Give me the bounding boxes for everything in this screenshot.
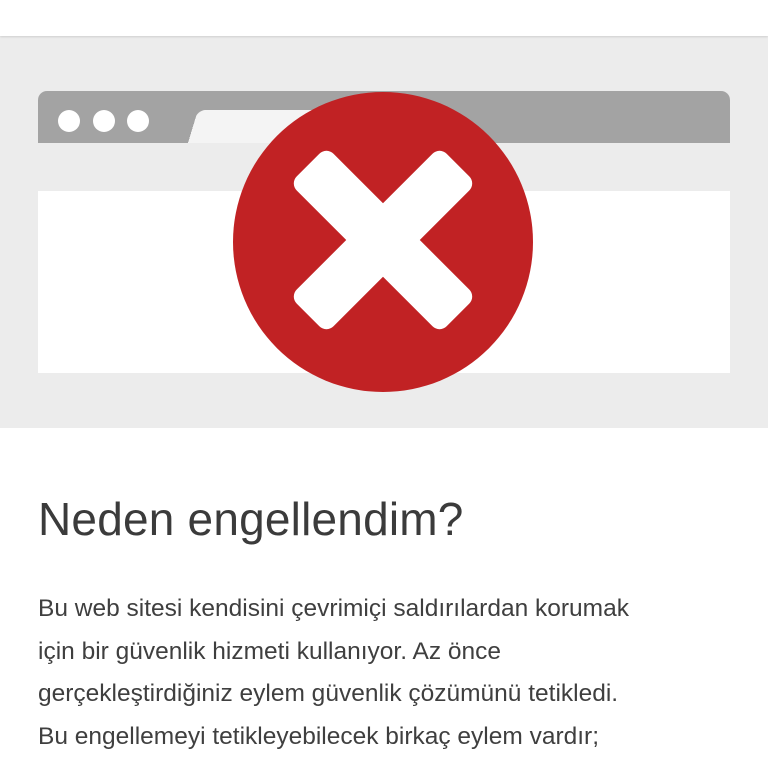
paragraph-line: Bu engellemeyi tetikleyebilecek birkaç e…	[38, 722, 600, 750]
window-dot-icon	[58, 110, 80, 132]
top-bar	[0, 0, 768, 36]
hero-illustration	[0, 36, 768, 428]
paragraph-line: için bir güvenlik hizmeti kullanıyor. Az…	[38, 637, 501, 665]
page-title: Neden engellendim?	[38, 493, 464, 545]
explanation-paragraph: Bu web sitesi kendisini çevrimiçi saldır…	[38, 588, 738, 758]
block-x-icon	[233, 92, 533, 392]
blocked-page: Neden engellendim? Bu web sitesi kendisi…	[0, 0, 768, 768]
window-dot-icon	[127, 110, 149, 132]
paragraph-line: Bu web sitesi kendisini çevrimiçi saldır…	[38, 595, 629, 622]
paragraph-line: gerçekleştirdiğiniz eylem güvenlik çözüm…	[38, 680, 619, 707]
window-dot-icon	[93, 110, 115, 132]
